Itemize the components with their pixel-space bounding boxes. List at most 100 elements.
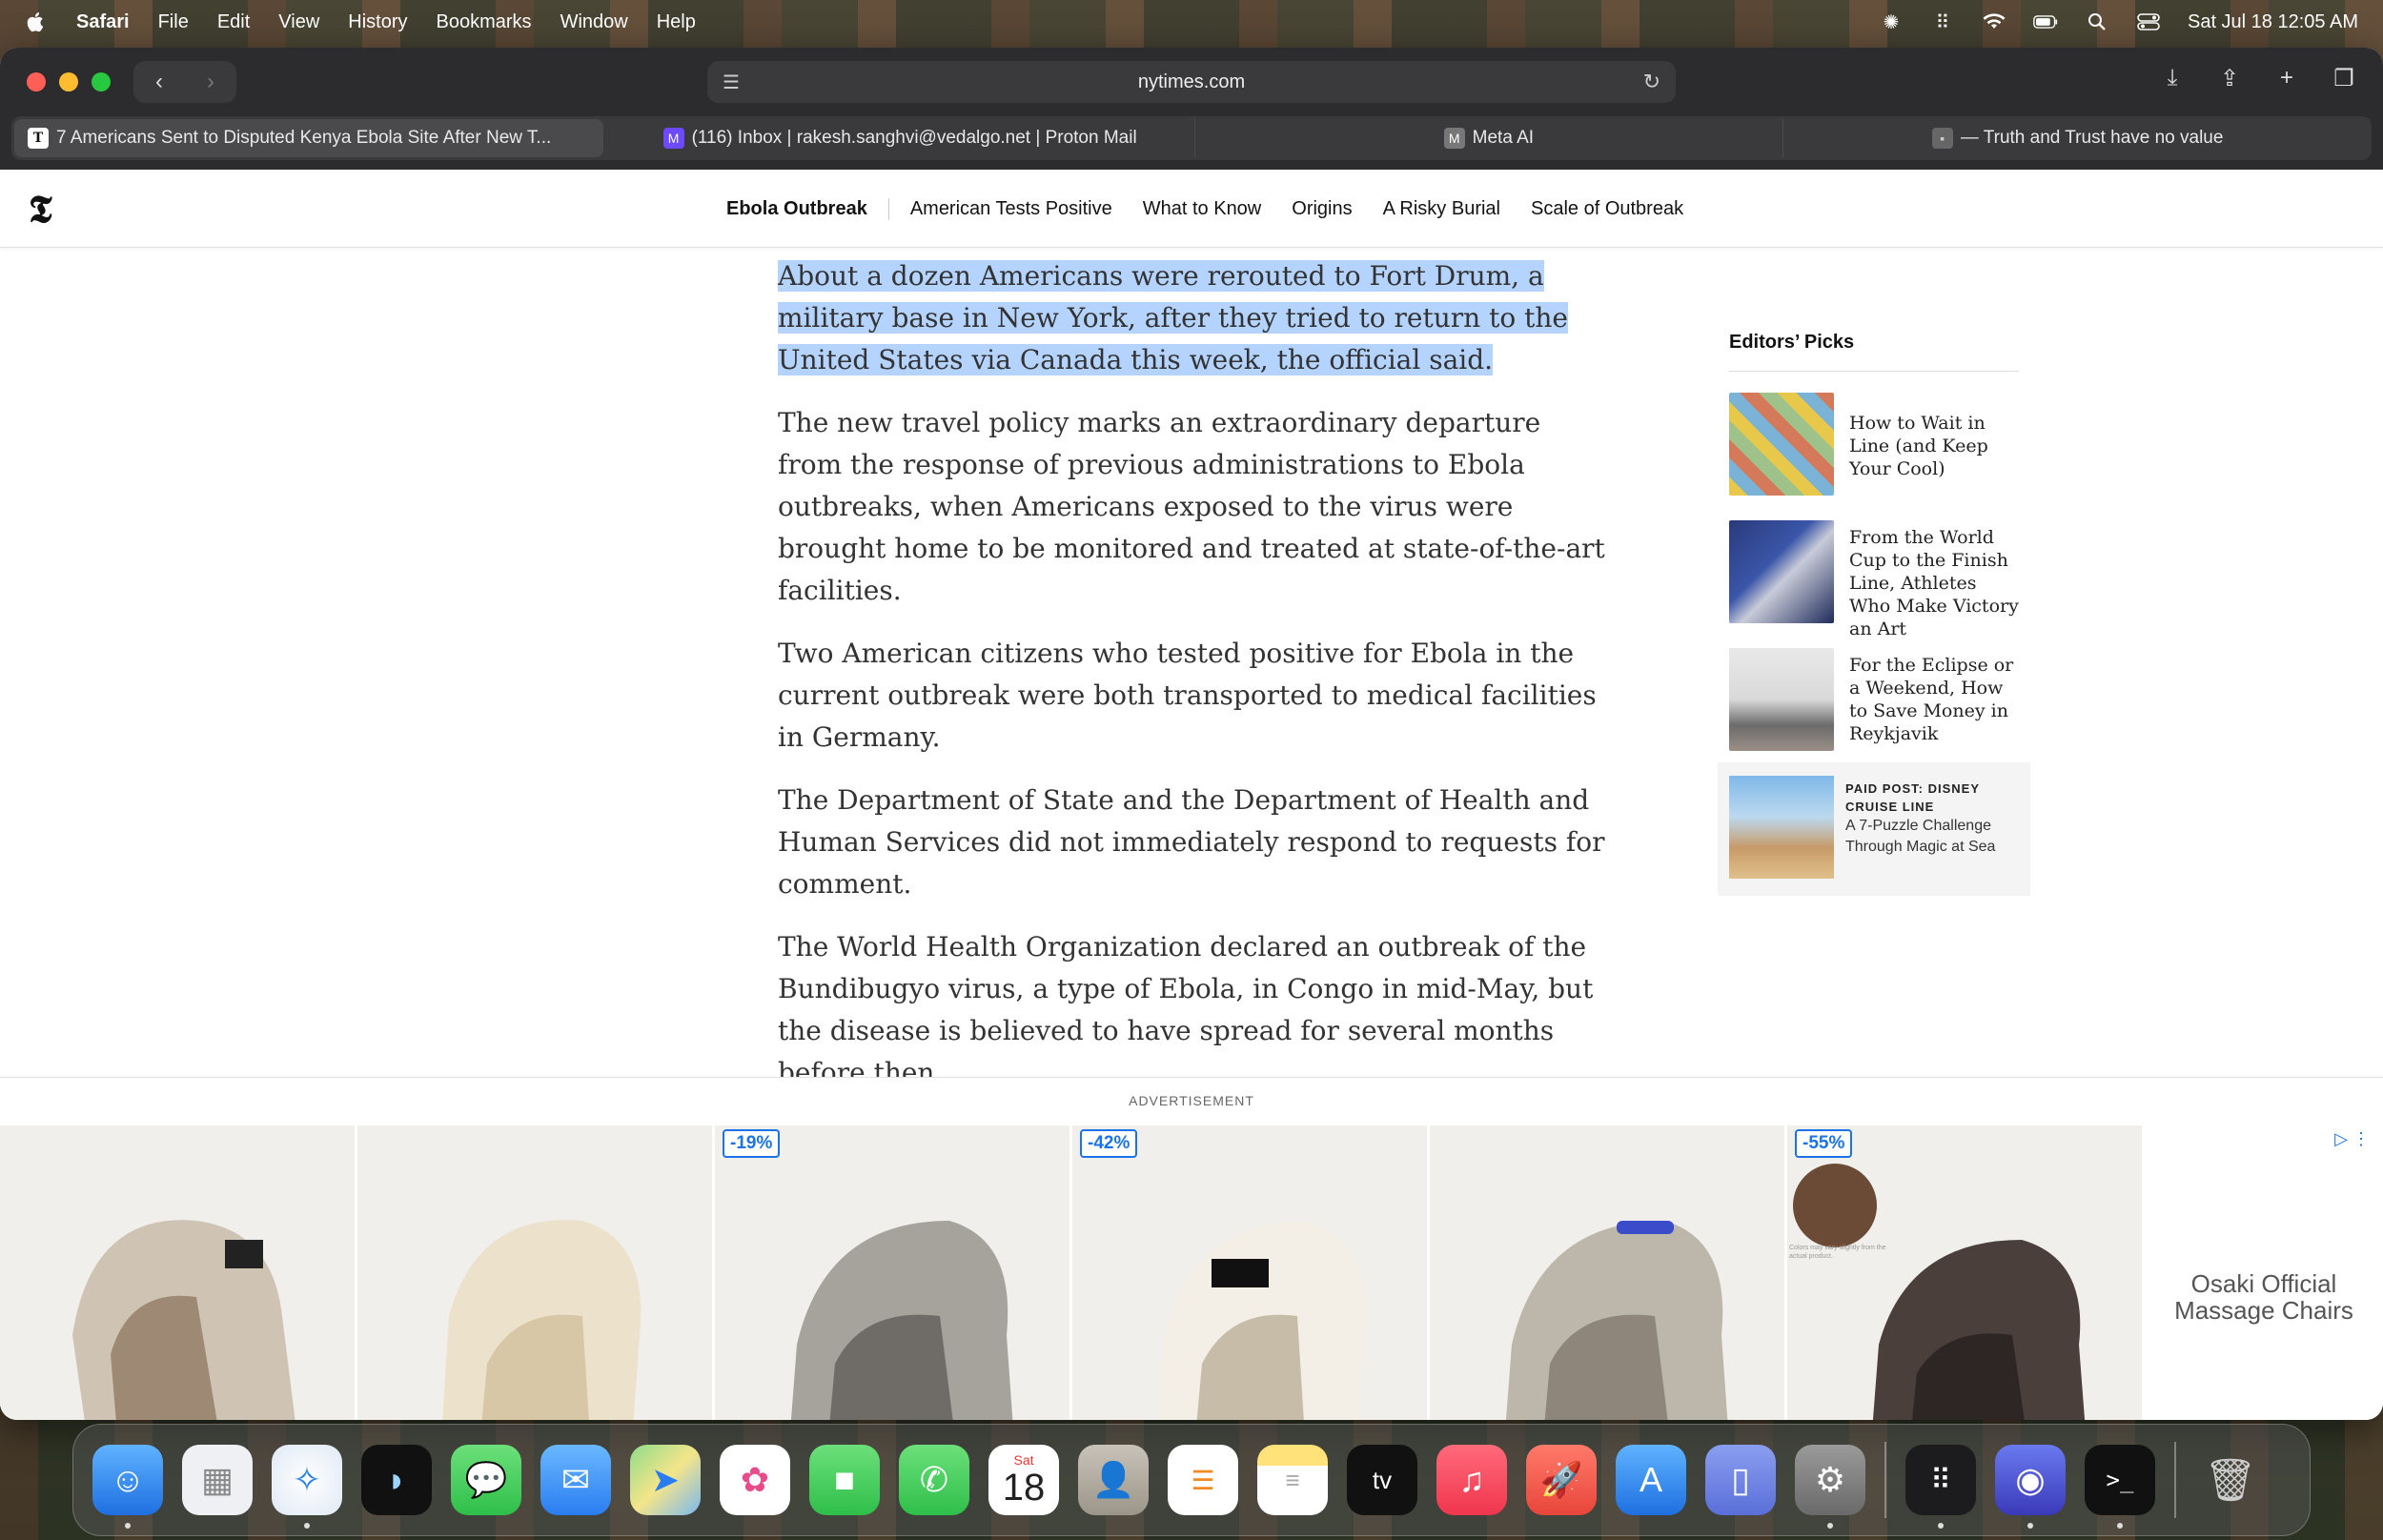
launchpad-icon[interactable]: ▦ xyxy=(182,1445,253,1515)
maps-icon[interactable]: ➤ xyxy=(630,1445,701,1515)
article-paragraph: The new travel policy marks an extraordi… xyxy=(778,407,1605,606)
page-menu-icon[interactable]: ☰ xyxy=(723,71,740,94)
new-tab-icon[interactable]: + xyxy=(2272,65,2301,92)
running-indicator xyxy=(2027,1523,2033,1529)
rocket-app-icon[interactable]: 🚀 xyxy=(1526,1445,1597,1515)
massage-chair-image[interactable] xyxy=(1822,1183,2108,1420)
nav-origins[interactable]: Origins xyxy=(1292,198,1352,220)
massage-chair-image[interactable] xyxy=(34,1183,320,1420)
mail-icon[interactable]: ✉ xyxy=(540,1445,611,1515)
zoom-window-button[interactable] xyxy=(92,72,111,91)
terminal-icon[interactable]: >_ xyxy=(2085,1445,2155,1529)
downloads-icon[interactable]: ⤓ xyxy=(2158,65,2187,92)
calendar-icon[interactable]: Sat 18 xyxy=(988,1445,1059,1515)
minimize-window-button[interactable] xyxy=(59,72,78,91)
menu-app-safari[interactable]: Safari xyxy=(76,11,130,33)
app-grid-icon[interactable]: ⠿ xyxy=(1905,1445,1976,1529)
back-button-icon[interactable]: ‹ xyxy=(155,69,163,95)
app-store-icon[interactable]: A xyxy=(1616,1445,1686,1515)
wifi-icon[interactable] xyxy=(1982,12,2006,31)
editors-pick-item[interactable]: How to Wait in Line (and Keep Your Cool) xyxy=(1729,393,2019,496)
contacts-icon[interactable]: 👤 xyxy=(1078,1445,1149,1515)
menu-help[interactable]: Help xyxy=(657,11,696,33)
menu-edit[interactable]: Edit xyxy=(217,11,250,33)
facetime-icon[interactable]: ■ xyxy=(809,1445,880,1515)
nyt-icon: T xyxy=(28,128,49,149)
notes-icon[interactable]: ≡ xyxy=(1257,1445,1328,1515)
paid-post-thumbnail[interactable] xyxy=(1729,776,1834,879)
music-icon[interactable]: ♫ xyxy=(1436,1445,1507,1515)
massage-chair-image[interactable] xyxy=(1464,1183,1750,1420)
pick-title[interactable]: How to Wait in Line (and Keep Your Cool) xyxy=(1834,393,2019,496)
reload-icon[interactable]: ↻ xyxy=(1643,70,1660,94)
tab-proton-mail[interactable]: M (116) Inbox | rakesh.sanghvi@vedalgo.n… xyxy=(606,119,1195,157)
menu-window[interactable]: Window xyxy=(560,11,628,33)
massage-chair-image[interactable] xyxy=(749,1183,1035,1420)
grid-dots-icon[interactable]: ⠿ xyxy=(1930,12,1955,33)
phone-icon[interactable]: ✆ xyxy=(899,1445,969,1515)
apple-tv-icon[interactable]: tv xyxy=(1347,1445,1417,1515)
menu-clock[interactable]: Sat Jul 18 12:05 AM xyxy=(2188,11,2358,33)
nyt-logo-icon[interactable]: 𝕿 xyxy=(29,187,52,232)
wave-app-icon[interactable]: ◗ xyxy=(361,1445,432,1515)
ad-product-card[interactable]: -55% Colors may vary slightly from the a… xyxy=(1787,1125,2145,1420)
ad-product-card[interactable] xyxy=(0,1125,357,1420)
menu-view[interactable]: View xyxy=(278,11,319,33)
article-paragraph-selected: About a dozen Americans were rerouted to… xyxy=(778,255,1611,381)
meta-ai-icon: M xyxy=(1443,128,1465,149)
nav-american-tests-positive[interactable]: American Tests Positive xyxy=(910,198,1112,220)
proton-mail-icon: M xyxy=(662,128,684,149)
safari-icon[interactable]: ✧ xyxy=(272,1445,342,1529)
menu-file[interactable]: File xyxy=(158,11,189,33)
reminders-icon[interactable]: ☰ xyxy=(1168,1445,1238,1515)
trash-icon[interactable]: 🗑 xyxy=(2195,1445,2266,1515)
nav-what-to-know[interactable]: What to Know xyxy=(1143,198,1262,220)
apple-icon[interactable] xyxy=(25,10,48,34)
paid-post[interactable]: PAID POST: DISNEY CRUISE LINE A 7-Puzzle… xyxy=(1718,762,2030,896)
tab-truth-and-trust[interactable]: ▪ — Truth and Trust have no value xyxy=(1783,119,2372,157)
nav-a-risky-burial[interactable]: A Risky Burial xyxy=(1383,198,1500,220)
pick-title[interactable]: From the World Cup to the Finish Line, A… xyxy=(1834,520,2019,639)
assistant-app-icon[interactable]: ◉ xyxy=(1995,1445,2066,1529)
browser-toolbar: ‹ › ☰ nytimes.com ↻ ⤓ ⇪ + ❐ T 7 American… xyxy=(0,48,2383,170)
pick-thumbnail[interactable] xyxy=(1729,648,1834,751)
pick-title[interactable]: For the Eclipse or a Weekend, How to Sav… xyxy=(1834,648,2019,751)
finder-icon[interactable]: ☺ xyxy=(92,1445,163,1529)
ad-brand-panel[interactable]: ▷ ⋮ Osaki Official Massage Chairs xyxy=(2145,1125,2383,1420)
paid-post-title[interactable]: A 7-Puzzle Challenge Through Magic at Se… xyxy=(1845,816,2019,858)
address-bar[interactable]: ☰ nytimes.com ↻ xyxy=(707,61,1676,103)
menu-bookmarks[interactable]: Bookmarks xyxy=(437,11,532,33)
pick-thumbnail[interactable] xyxy=(1729,393,1834,496)
ad-product-card[interactable] xyxy=(1430,1125,1787,1420)
messages-icon[interactable]: 💬 xyxy=(451,1445,521,1515)
battery-icon[interactable] xyxy=(2033,12,2058,31)
photos-icon[interactable]: ✿ xyxy=(720,1445,790,1515)
massage-chair-image[interactable] xyxy=(392,1183,678,1420)
iphone-mirroring-icon[interactable]: ▯ xyxy=(1705,1445,1776,1515)
forward-button-icon[interactable]: › xyxy=(207,69,214,95)
control-center-icon[interactable] xyxy=(2136,12,2161,31)
tab-overview-icon[interactable]: ❐ xyxy=(2330,65,2358,92)
ad-product-card[interactable]: -19% xyxy=(715,1125,1072,1420)
calendar-day: Sat xyxy=(1013,1452,1034,1468)
nav-ebola-outbreak[interactable]: Ebola Outbreak xyxy=(726,197,889,220)
adchoices-icon[interactable]: ▷ ⋮ xyxy=(2334,1125,2370,1152)
nav-scale-of-outbreak[interactable]: Scale of Outbreak xyxy=(1531,198,1683,220)
editors-pick-item[interactable]: From the World Cup to the Finish Line, A… xyxy=(1729,520,2019,639)
openai-icon[interactable]: ✺ xyxy=(1879,12,1904,33)
tab-meta-ai[interactable]: M Meta AI xyxy=(1195,119,1784,157)
ad-product-card[interactable]: -42% xyxy=(1072,1125,1430,1420)
massage-chair-image[interactable] xyxy=(1107,1183,1393,1420)
editors-pick-item[interactable]: For the Eclipse or a Weekend, How to Sav… xyxy=(1729,648,2019,751)
system-settings-icon[interactable]: ⚙ xyxy=(1795,1445,1865,1529)
ad-brand-name[interactable]: Osaki Official Massage Chairs xyxy=(2159,1270,2369,1324)
spotlight-search-icon[interactable] xyxy=(2085,12,2109,31)
page-icon: ▪ xyxy=(1931,128,1953,149)
menu-history[interactable]: History xyxy=(348,11,407,33)
share-icon[interactable]: ⇪ xyxy=(2215,65,2244,92)
tab-nyt-article[interactable]: T 7 Americans Sent to Disputed Kenya Ebo… xyxy=(14,119,603,157)
close-window-button[interactable] xyxy=(27,72,46,91)
ad-product-card[interactable] xyxy=(357,1125,715,1420)
article-body: About a dozen Americans were rerouted to… xyxy=(778,255,1611,1115)
pick-thumbnail[interactable] xyxy=(1729,520,1834,623)
